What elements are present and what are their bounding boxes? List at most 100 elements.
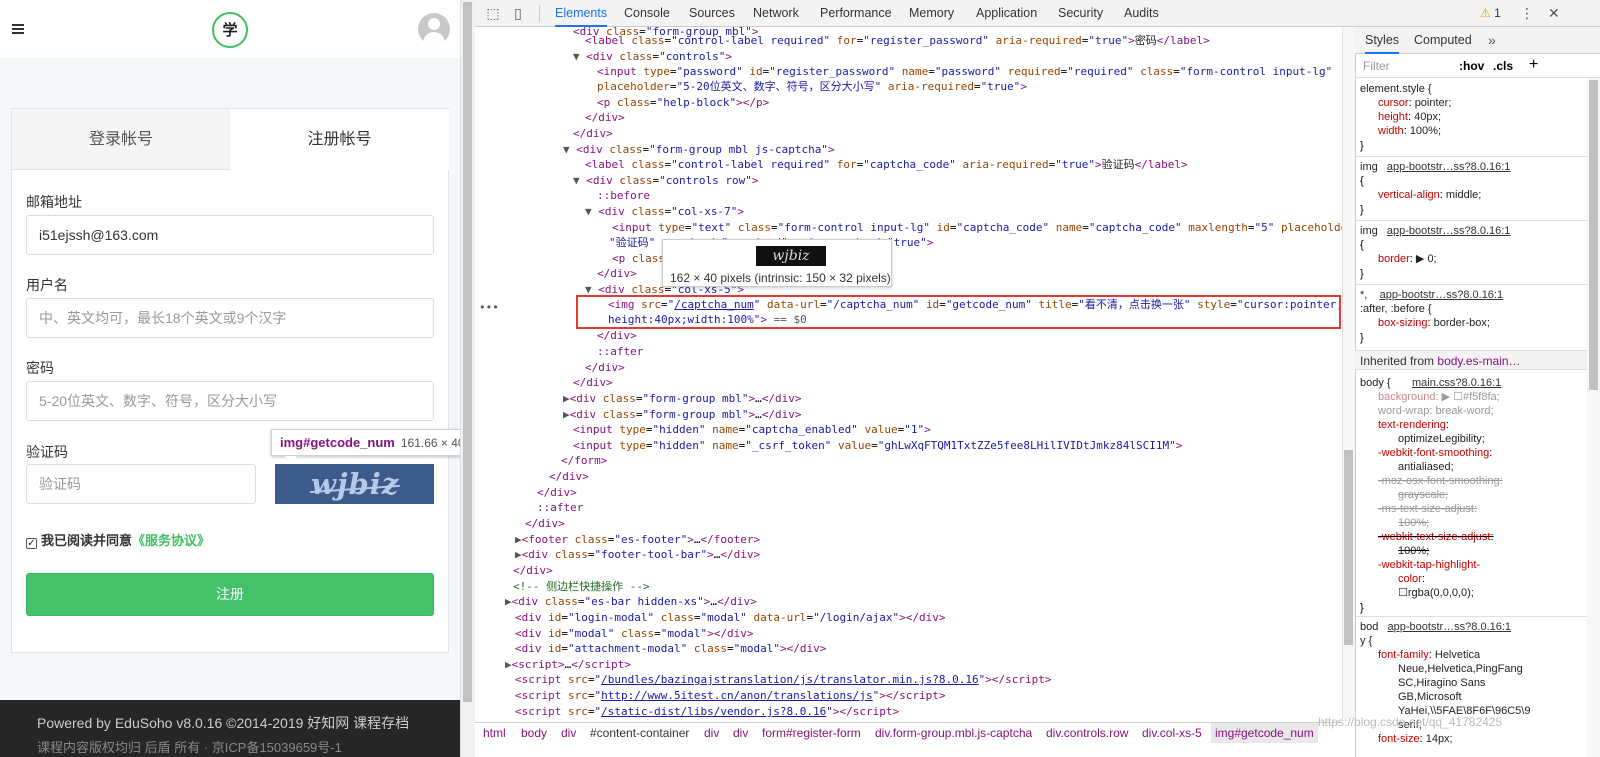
- breadcrumb-item[interactable]: div.form-group.mbl.js-captcha: [875, 723, 1032, 743]
- elements-tree[interactable]: <div class="form-group mbl"> <label clas…: [475, 27, 1342, 719]
- breadcrumb-item[interactable]: body: [521, 723, 547, 743]
- tree-line[interactable]: </form>: [561, 453, 607, 468]
- tree-line[interactable]: ▶<div class="es-bar hidden-xs">…</div>: [505, 594, 757, 609]
- tab-register[interactable]: 注册帐号: [230, 109, 449, 170]
- tree-line[interactable]: <div id="attachment-modal" class="modal"…: [515, 641, 826, 656]
- tab-styles[interactable]: Styles: [1365, 27, 1400, 54]
- style-decl[interactable]: height: 40px;: [1378, 110, 1441, 124]
- tree-line[interactable]: <!-- 侧边栏快捷操作 -->: [513, 579, 650, 594]
- close-icon[interactable]: ✕: [1548, 0, 1560, 27]
- tree-line[interactable]: <label class="control-label required" fo…: [585, 157, 1188, 172]
- tab-security[interactable]: Security: [1058, 0, 1103, 27]
- styles-scrollbar-thumb[interactable]: [1589, 80, 1598, 390]
- breadcrumb-item[interactable]: div: [733, 723, 748, 743]
- style-decl[interactable]: -webkit-tap-highlight-: [1378, 558, 1480, 572]
- style-decl-overridden[interactable]: 100%;: [1398, 516, 1429, 530]
- tree-line[interactable]: <input type="text" class="form-control i…: [612, 220, 1342, 235]
- style-decl[interactable]: -webkit-font-smoothing:: [1378, 446, 1492, 460]
- style-decl-overridden[interactable]: grayscale;: [1398, 488, 1448, 502]
- style-decl[interactable]: Neue,Helvetica,PingFang: [1398, 662, 1523, 676]
- tree-line[interactable]: ▶<div class="form-group mbl">…</div>: [563, 407, 801, 422]
- style-rule[interactable]: bod app-bootstr…ss?8.0.16:1: [1360, 620, 1511, 634]
- tree-line[interactable]: </div>: [585, 110, 625, 125]
- tree-line[interactable]: </div>: [585, 360, 625, 375]
- style-rule[interactable]: y {: [1360, 634, 1372, 648]
- tab-audits[interactable]: Audits: [1124, 0, 1159, 27]
- tree-line[interactable]: ::before: [597, 188, 650, 203]
- style-rule[interactable]: element.style {: [1360, 82, 1432, 96]
- style-decl-overridden[interactable]: -ms-text-size-adjust:: [1378, 502, 1477, 516]
- tree-line[interactable]: <script src="/static-dist/libs/vendor.js…: [515, 704, 899, 719]
- node-actions-icon[interactable]: •••: [479, 301, 499, 314]
- tree-line[interactable]: ▶<div class="footer-tool-bar">…</div>: [515, 547, 760, 562]
- style-decl-overridden[interactable]: -webkit-text-size-adjust:: [1378, 530, 1494, 544]
- style-decl[interactable]: SC,Hiragino Sans: [1398, 676, 1485, 690]
- breadcrumb-item[interactable]: html: [483, 723, 506, 743]
- style-decl[interactable]: width: 100%;: [1378, 124, 1441, 138]
- style-decl[interactable]: cursor: pointer;: [1378, 96, 1451, 110]
- tab-performance[interactable]: Performance: [820, 0, 892, 27]
- captcha-field[interactable]: 验证码: [26, 464, 256, 504]
- tree-line[interactable]: ▶<footer class="es-footer">…</footer>: [515, 532, 760, 547]
- tree-line[interactable]: <div id="modal" class="modal"></div>: [515, 626, 753, 641]
- tab-network[interactable]: Network: [753, 0, 799, 27]
- style-decl-overridden[interactable]: 100%;: [1398, 544, 1429, 558]
- tree-line[interactable]: <input type="hidden" name="captcha_enabl…: [573, 422, 931, 437]
- styles-filter-input[interactable]: Filter: [1363, 58, 1448, 74]
- tree-line[interactable]: ▶<script>…</script>: [505, 657, 631, 672]
- tree-line[interactable]: <input type="password" id="register_pass…: [597, 64, 1332, 79]
- style-decl[interactable]: ☐rgba(0,0,0,0);: [1398, 586, 1474, 600]
- warnings-counter[interactable]: ⚠ 1: [1480, 0, 1501, 27]
- breadcrumb-item-current[interactable]: img#getcode_num: [1211, 723, 1318, 743]
- tree-line[interactable]: </div>: [549, 469, 589, 484]
- email-field[interactable]: i51ejssh@163.com: [26, 215, 434, 255]
- style-decl[interactable]: GB,Microsoft: [1398, 690, 1462, 704]
- user-avatar-icon[interactable]: [418, 13, 450, 45]
- tree-line[interactable]: <script src="http://www.5itest.cn/anon/t…: [515, 688, 946, 703]
- tree-line[interactable]: ▼ <div class="controls row">: [573, 173, 758, 188]
- breadcrumb-item[interactable]: div: [561, 723, 576, 743]
- tree-line[interactable]: ::after: [537, 500, 583, 515]
- tree-line[interactable]: </div>: [525, 516, 565, 531]
- breadcrumb-item[interactable]: div.col-xs-5: [1142, 723, 1202, 743]
- more-options-icon[interactable]: ⋮: [1520, 0, 1534, 27]
- menu-icon[interactable]: [12, 24, 24, 34]
- tab-memory[interactable]: Memory: [909, 0, 954, 27]
- tree-line[interactable]: </div>: [513, 563, 553, 578]
- style-decl[interactable]: antialiased;: [1398, 460, 1454, 474]
- tab-console[interactable]: Console: [624, 0, 670, 27]
- style-rule[interactable]: :after, :before {: [1360, 302, 1432, 316]
- class-toggle[interactable]: .cls: [1493, 58, 1513, 74]
- page-scrollbar-thumb[interactable]: [463, 2, 472, 702]
- hover-state-toggle[interactable]: :hov: [1459, 58, 1484, 74]
- style-decl[interactable]: font-size: 14px;: [1378, 732, 1453, 746]
- tree-line[interactable]: </div>: [573, 375, 613, 390]
- tree-line[interactable]: ▼ <div class="form-group mbl js-captcha"…: [563, 142, 835, 157]
- style-decl[interactable]: color:: [1398, 572, 1425, 586]
- tree-line[interactable]: <p class="help-block"></p>: [597, 95, 769, 110]
- tab-application[interactable]: Application: [976, 0, 1037, 27]
- tree-line[interactable]: ▼ <div class="col-xs-7">: [585, 204, 744, 219]
- tree-line[interactable]: <script src="/bundles/bazingajstranslati…: [515, 672, 1051, 687]
- tab-login[interactable]: 登录帐号: [12, 109, 230, 170]
- style-decl[interactable]: text-rendering:: [1378, 418, 1449, 432]
- site-logo[interactable]: 学: [212, 12, 248, 48]
- tree-line[interactable]: ▶<div class="form-group mbl">…</div>: [563, 391, 801, 406]
- style-decl[interactable]: word-wrap: break-word;: [1378, 404, 1494, 418]
- style-decl-overridden[interactable]: -moz-osx-font-smoothing:: [1378, 474, 1503, 488]
- inspect-element-icon[interactable]: ⬚: [485, 5, 501, 21]
- tab-computed[interactable]: Computed: [1414, 27, 1472, 54]
- tab-sources[interactable]: Sources: [689, 0, 735, 27]
- style-decl[interactable]: background: ▶ ☐#f5f8fa;: [1378, 390, 1500, 404]
- more-tabs-icon[interactable]: »: [1488, 27, 1496, 54]
- style-decl[interactable]: font-family: Helvetica: [1378, 648, 1480, 662]
- elements-scrollbar-thumb[interactable]: [1344, 450, 1353, 645]
- tree-line[interactable]: placeholder="5-20位英文、数字、符号，区分大小写" aria-r…: [597, 79, 1027, 94]
- style-rule[interactable]: *, app-bootstr…ss?8.0.16:1: [1360, 288, 1503, 302]
- breadcrumb-item[interactable]: form#register-form: [762, 723, 861, 743]
- terms-link[interactable]: 《服务协议》: [132, 533, 210, 548]
- password-field[interactable]: 5-20位英文、数字、符号，区分大小写: [26, 381, 434, 421]
- agree-checkbox[interactable]: ✓: [26, 538, 37, 549]
- username-field[interactable]: 中、英文均可，最长18个英文或9个汉字: [26, 298, 434, 338]
- device-toolbar-icon[interactable]: ▯: [510, 5, 526, 21]
